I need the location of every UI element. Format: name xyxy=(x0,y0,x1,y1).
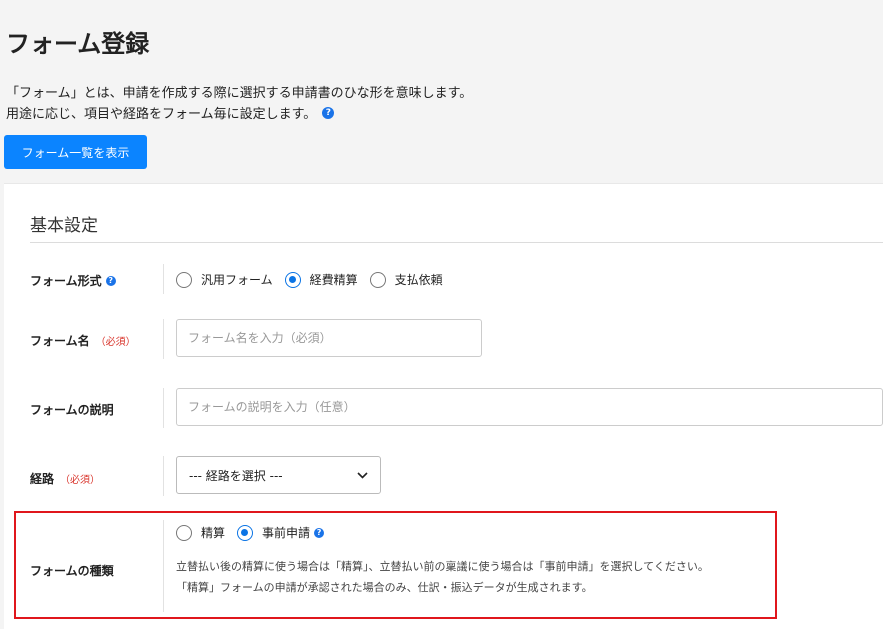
form-kind-help-line1: 立替払い後の精算に使う場合は「精算」、立替払い前の稟議に使う場合は「事前申請」を… xyxy=(176,560,709,573)
radio-circle-checked[interactable] xyxy=(237,524,254,541)
radio-label: 汎用フォーム xyxy=(201,273,273,287)
radio-label: 精算 xyxy=(201,526,226,540)
row-divider xyxy=(163,456,164,496)
radio-payment-request[interactable]: 支払依頼 xyxy=(369,271,443,288)
row-divider xyxy=(163,388,164,428)
radio-circle[interactable] xyxy=(369,271,386,288)
section-title: 基本設定 xyxy=(30,216,98,236)
page-title: フォーム登録 xyxy=(6,30,150,58)
row-divider xyxy=(163,264,164,294)
form-description-label-text: フォームの説明 xyxy=(30,403,114,417)
radio-general-form[interactable]: 汎用フォーム xyxy=(176,271,273,288)
route-label: 経路 （必須） xyxy=(30,470,100,487)
radio-label: 事前申請 xyxy=(262,526,311,540)
form-kind-label: フォームの種類 xyxy=(30,562,114,579)
page-description-line2: 用途に応じ、項目や経路をフォーム毎に設定します。 ? xyxy=(6,103,335,122)
page-description-text: 用途に応じ、項目や経路をフォーム毎に設定します。 xyxy=(6,107,317,122)
required-mark: （必須） xyxy=(60,475,101,486)
form-kind-radio-group: 精算 事前申請 ? xyxy=(176,524,336,541)
form-kind-help-line2: 「精算」フォームの申請が承認された場合のみ、仕訳・振込データが生成されます。 xyxy=(176,581,593,594)
form-format-radio-group: 汎用フォーム 経費精算 支払依頼 xyxy=(176,271,455,288)
help-icon[interactable]: ? xyxy=(322,106,335,119)
radio-expense[interactable]: 経費精算 xyxy=(284,271,358,288)
row-divider xyxy=(163,520,164,612)
help-icon[interactable]: ? xyxy=(105,275,116,286)
required-mark: （必須） xyxy=(95,337,136,348)
row-divider xyxy=(163,319,164,359)
radio-label: 支払依頼 xyxy=(394,273,443,287)
form-description-input[interactable] xyxy=(176,388,883,426)
section-divider xyxy=(30,242,883,243)
radio-settlement[interactable]: 精算 xyxy=(176,524,225,541)
route-select[interactable]: --- 経路を選択 --- xyxy=(176,456,381,494)
chevron-down-icon xyxy=(357,471,368,479)
radio-pre-application[interactable]: 事前申請 ? xyxy=(237,524,325,541)
radio-circle[interactable] xyxy=(176,524,192,541)
form-card: 基本設定 フォーム形式 ? 汎用フォーム 経費精算 支払依頼 フォーム名 （必須… xyxy=(4,183,883,629)
show-form-list-button[interactable]: フォーム一覧を表示 xyxy=(4,135,147,169)
radio-circle-checked[interactable] xyxy=(284,271,301,288)
form-format-label: フォーム形式 ? xyxy=(30,272,116,289)
radio-label: 経費精算 xyxy=(309,273,358,287)
route-label-text: 経路 xyxy=(30,472,55,486)
help-icon[interactable]: ? xyxy=(314,527,325,538)
form-name-label: フォーム名 （必須） xyxy=(30,332,136,349)
form-name-input[interactable] xyxy=(176,319,482,357)
route-select-value: --- 経路を選択 --- xyxy=(189,468,283,483)
form-name-label-text: フォーム名 xyxy=(30,334,90,348)
radio-circle[interactable] xyxy=(176,271,192,288)
form-kind-label-text: フォームの種類 xyxy=(30,564,114,578)
form-format-label-text: フォーム形式 xyxy=(30,274,102,288)
page-description-line1: 「フォーム」とは、申請を作成する際に選択する申請書のひな形を意味します。 xyxy=(6,86,473,101)
form-description-label: フォームの説明 xyxy=(30,401,114,418)
